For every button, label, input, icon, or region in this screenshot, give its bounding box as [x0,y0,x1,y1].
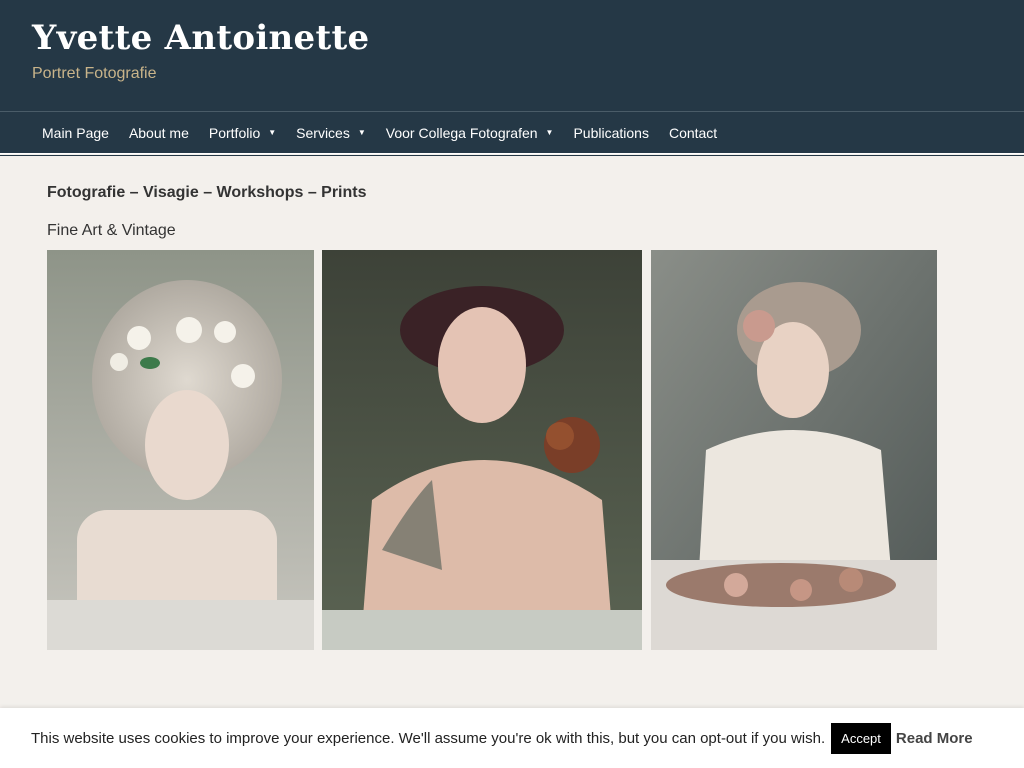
nav-item-label: Contact [668,124,718,141]
cookie-notice-bar: This website uses cookies to improve you… [0,708,1024,768]
nav-item-main-page[interactable]: Main Page [32,112,119,153]
page-subline: Fine Art & Vintage [47,222,176,239]
read-more-link[interactable]: Read More [896,730,973,747]
page-headline: Fotografie – Visagie – Workshops – Print… [47,184,367,201]
nav-item-label: Voor Collega Fotografen [385,124,538,141]
nav-item-label: Portfolio [208,124,261,141]
portrait-photo-3[interactable] [651,250,937,650]
portrait-photo-2[interactable] [322,250,642,650]
nav-item-voor-collega-fotografen[interactable]: Voor Collega Fotografen ▼ [376,112,564,153]
nav-item-label: Main Page [42,124,109,141]
nav-item-label: Publications [573,124,649,141]
photo-gallery [47,250,977,651]
accept-cookies-button[interactable]: Accept [831,722,891,754]
site-tagline: Portret Fotografie [32,65,157,82]
main-content: Fotografie – Visagie – Workshops – Print… [0,156,1024,651]
nav-item-portfolio[interactable]: Portfolio ▼ [199,112,286,153]
cookie-message: This website uses cookies to improve you… [31,729,826,747]
nav-item-about-me[interactable]: About me [119,112,199,153]
caret-down-icon: ▼ [268,128,277,137]
caret-down-icon: ▼ [357,128,366,137]
site-title[interactable]: Yvette Antoinette [32,18,992,58]
portrait-photo-1[interactable] [47,250,314,650]
nav-item-label: About me [128,124,189,141]
main-navigation: Main Page About me Portfolio ▼ Services … [0,111,1024,153]
nav-item-publications[interactable]: Publications [563,112,659,153]
site-header: Yvette Antoinette Portret Fotografie [0,0,1024,111]
caret-down-icon: ▼ [545,128,554,137]
nav-item-label: Services [296,124,350,141]
nav-item-services[interactable]: Services ▼ [286,112,376,153]
nav-item-contact[interactable]: Contact [659,112,727,153]
